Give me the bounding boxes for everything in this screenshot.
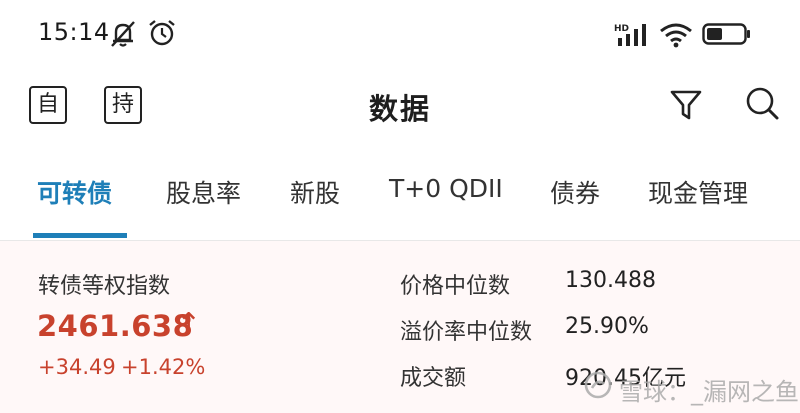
- index-change: +34.49: [38, 355, 116, 379]
- filter-icon[interactable]: [668, 87, 704, 123]
- tab-convertible-bonds[interactable]: 可转债: [37, 174, 112, 210]
- median-price-label: 价格中位数: [400, 274, 511, 299]
- wifi-icon: [660, 23, 692, 48]
- alarm-icon: [149, 20, 175, 46]
- network-badge: HD: [614, 24, 629, 34]
- header: 自 持 数据: [0, 72, 800, 136]
- tab-t0-qdii[interactable]: T+0 QDII: [389, 174, 503, 203]
- tab-cash-management[interactable]: 现金管理: [648, 174, 748, 210]
- tab-dividend-yield[interactable]: 股息率: [166, 174, 241, 210]
- turnover-label: 成交额: [400, 366, 467, 391]
- category-tabs: 可转债 股息率 新股 T+0 QDII 债券 现金管理: [0, 160, 800, 240]
- index-value: 2461.638: [37, 309, 194, 343]
- median-premium-value: 25.90%: [565, 314, 649, 339]
- median-price-value: 130.488: [565, 268, 656, 293]
- search-icon[interactable]: [744, 85, 782, 123]
- mute-icon: [111, 21, 135, 47]
- active-tab-indicator: [33, 233, 127, 238]
- index-change-pct: +1.42%: [121, 355, 206, 379]
- battery-icon: [702, 23, 750, 45]
- up-arrow-icon: ↑: [176, 307, 202, 342]
- index-name: 转债等权指数: [38, 274, 171, 299]
- signal-icon: HD: [614, 24, 646, 46]
- status-time: 15:14: [38, 18, 110, 46]
- tab-new-stocks[interactable]: 新股: [290, 174, 340, 210]
- snowball-logo-icon: [584, 371, 612, 399]
- median-premium-label: 溢价率中位数: [400, 320, 533, 345]
- watermark-text: 雪球：_漏网之鱼: [619, 378, 799, 406]
- status-bar: 15:14 HD: [0, 0, 800, 70]
- tab-bonds[interactable]: 债券: [550, 174, 600, 210]
